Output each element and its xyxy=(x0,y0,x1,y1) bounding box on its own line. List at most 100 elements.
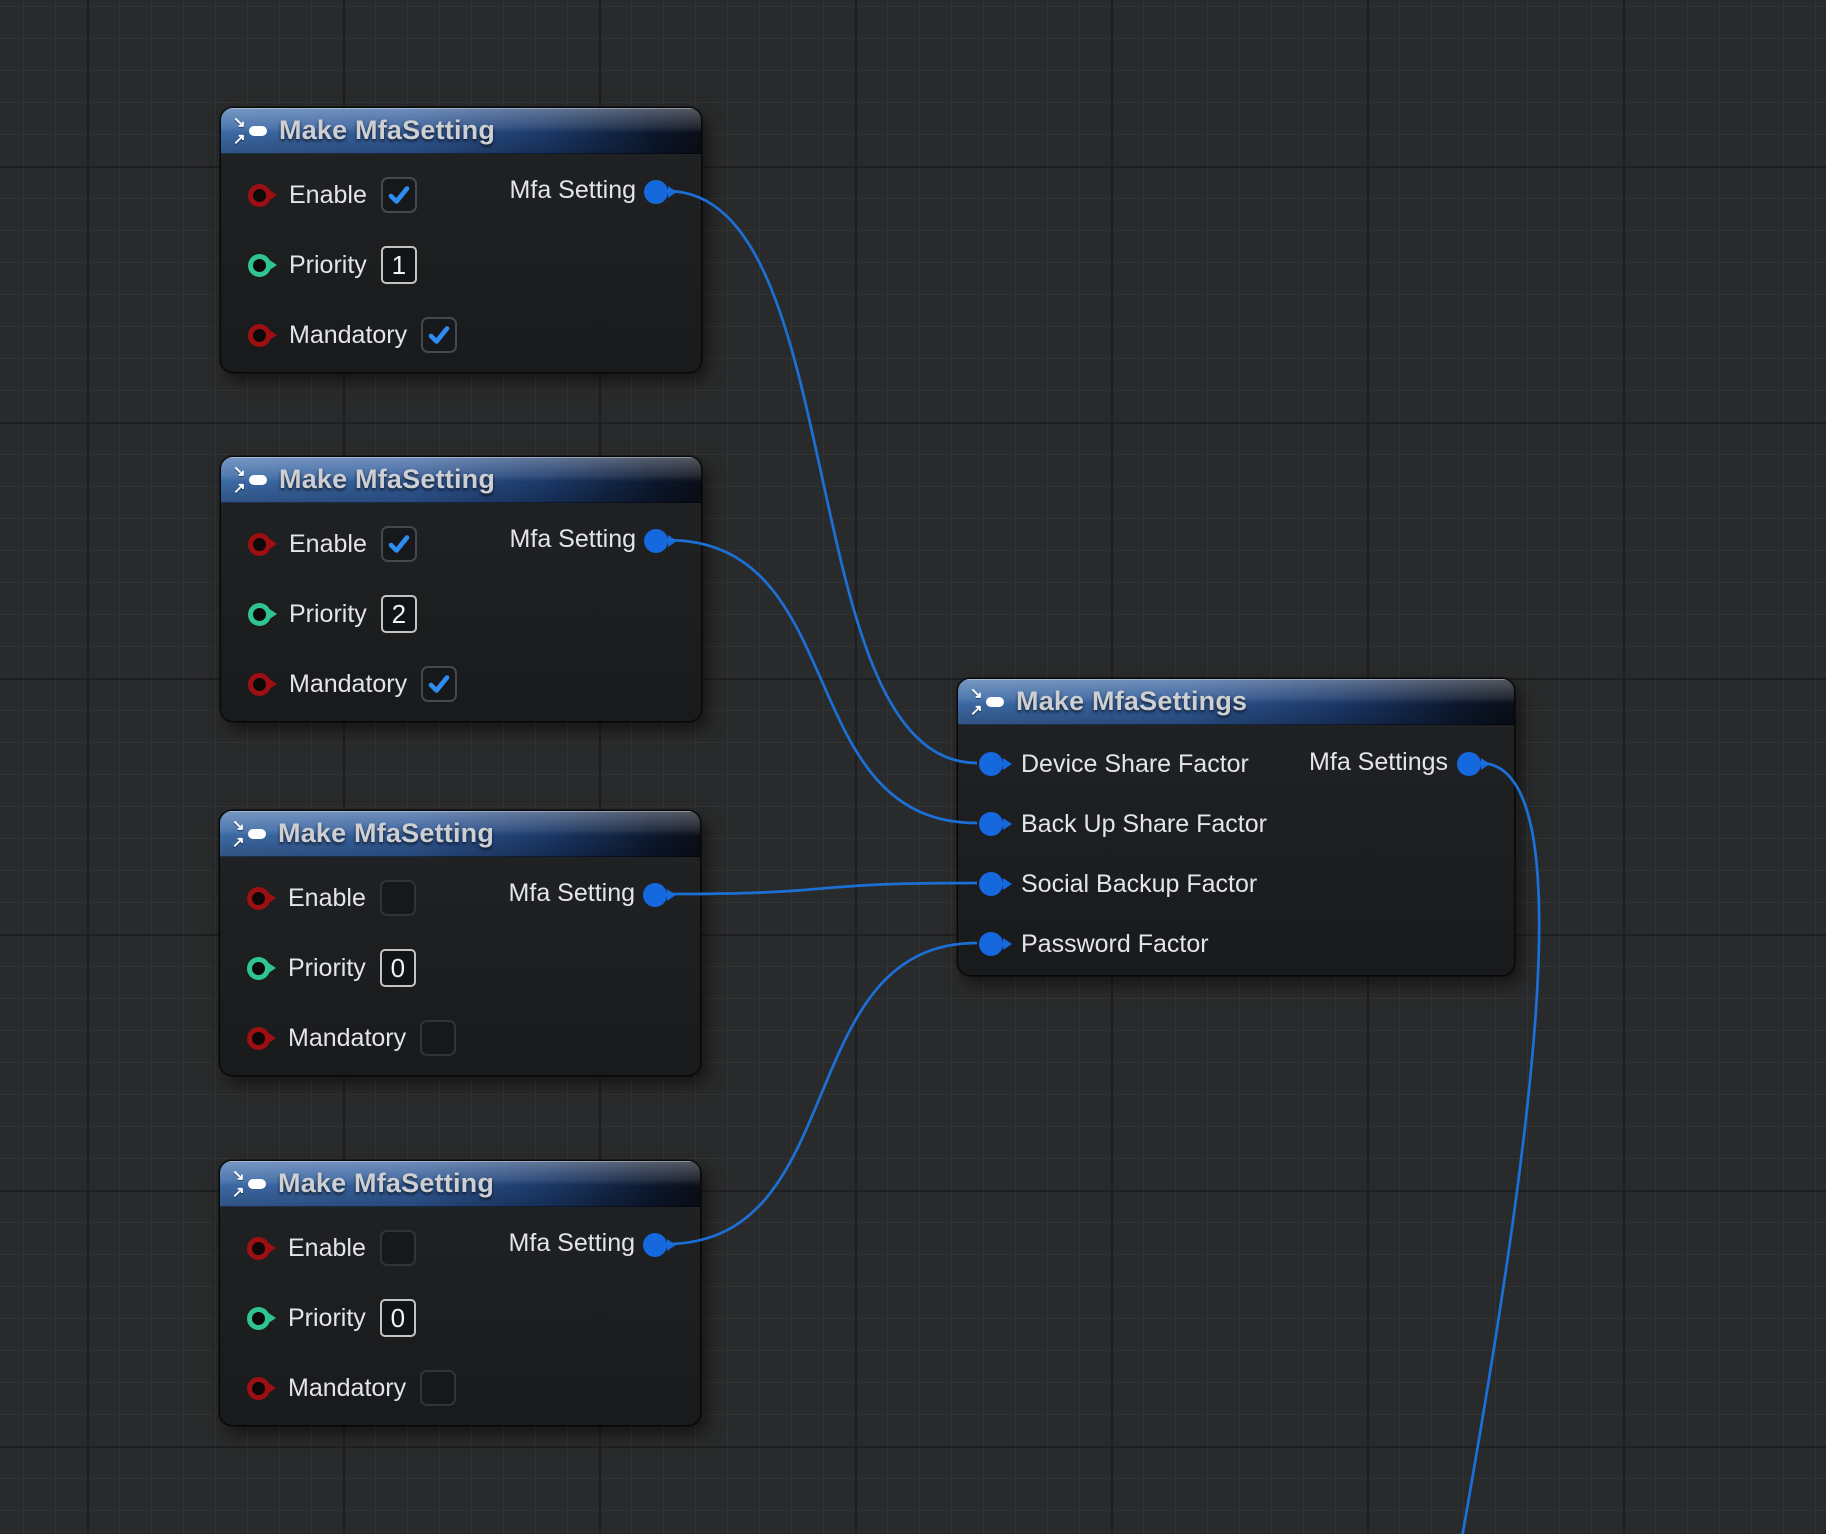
input-pin-password-factor[interactable] xyxy=(979,932,1003,956)
pin-label: Priority xyxy=(288,954,366,983)
arrow-up-right-icon: ↗ xyxy=(233,132,246,147)
number-input-priority[interactable]: 2 xyxy=(381,595,417,633)
input-pin-mandatory[interactable] xyxy=(247,1377,270,1400)
node-make-mfasetting-1[interactable]: ↘↗ Make MfaSetting Enable Priority 1 Mandato… xyxy=(220,107,702,373)
check-icon xyxy=(427,323,451,347)
pin-label: Mandatory xyxy=(289,670,407,699)
input-row-mandatory: Mandatory xyxy=(248,664,457,704)
make-struct-icon: ↘↗ xyxy=(233,115,269,147)
input-row-enable: Enable xyxy=(248,524,417,564)
check-icon xyxy=(387,532,411,556)
check-icon xyxy=(427,672,451,696)
make-struct-icon: ↘↗ xyxy=(232,818,268,850)
node-title: Make MfaSetting xyxy=(278,818,494,849)
node-header[interactable]: ↘ ↗ Make MfaSettings xyxy=(958,679,1514,725)
input-pin-enable[interactable] xyxy=(247,1237,270,1260)
checkbox-enable[interactable] xyxy=(380,1230,416,1266)
check-icon xyxy=(387,183,411,207)
node-header[interactable]: ↘↗Make MfaSetting xyxy=(221,457,701,503)
input-row-social-backup-factor: Social Backup Factor xyxy=(979,864,1257,904)
pin-label: Mfa Setting xyxy=(509,879,635,908)
node-header[interactable]: ↘↗ Make MfaSetting xyxy=(220,1161,700,1207)
arrow-up-right-icon: ↗ xyxy=(970,703,983,718)
arrow-up-right-icon: ↗ xyxy=(232,1185,245,1200)
input-row-mandatory: Mandatory xyxy=(248,315,457,355)
node-title: Make MfaSetting xyxy=(279,464,495,495)
input-row-password-factor: Password Factor xyxy=(979,924,1209,964)
arrow-down-right-icon: ↘ xyxy=(233,464,246,479)
checkbox-mandatory[interactable] xyxy=(421,317,457,353)
arrow-up-right-icon: ↗ xyxy=(232,835,245,850)
arrow-up-right-icon: ↗ xyxy=(233,481,246,496)
pin-label: Mandatory xyxy=(288,1024,406,1053)
pin-label: Social Backup Factor xyxy=(1021,870,1257,899)
struct-pill-icon xyxy=(249,126,267,136)
output-pin-mfa-setting[interactable] xyxy=(643,1233,667,1257)
node-header[interactable]: ↘↗ Make MfaSetting xyxy=(221,108,701,154)
input-pin-mandatory[interactable] xyxy=(247,1027,270,1050)
input-row-enable: Enable xyxy=(247,1228,416,1268)
checkbox-mandatory[interactable] xyxy=(420,1020,456,1056)
node-title: Make MfaSettings xyxy=(1016,686,1247,717)
checkbox-enable[interactable] xyxy=(381,177,417,213)
pin-label: Mandatory xyxy=(289,321,407,350)
node-header[interactable]: ↘↗Make MfaSetting xyxy=(220,811,700,857)
node-title: Make MfaSetting xyxy=(279,115,495,146)
checkbox-mandatory[interactable] xyxy=(421,666,457,702)
struct-pill-icon xyxy=(986,697,1004,707)
make-struct-icon: ↘↗ xyxy=(233,464,269,496)
struct-pill-icon xyxy=(249,475,267,485)
input-pin-priority[interactable] xyxy=(248,603,271,626)
node-title: Make MfaSetting xyxy=(278,1168,494,1199)
make-struct-icon: ↘↗ xyxy=(232,1168,268,1200)
input-row-priority: Priority 0 xyxy=(247,948,416,988)
input-pin-back-up-share-factor[interactable] xyxy=(979,812,1003,836)
input-pin-priority[interactable] xyxy=(247,1307,270,1330)
node-make-mfasettings-5[interactable]: ↘ ↗ Make MfaSettings Device Share Factor Bac… xyxy=(957,678,1515,976)
input-row-mandatory: Mandatory xyxy=(247,1018,456,1058)
node-make-mfasetting-3[interactable]: ↘↗Make MfaSettingEnablePriority0Mandator… xyxy=(219,810,701,1076)
pin-label: Enable xyxy=(288,1234,366,1263)
input-row-enable: Enable xyxy=(248,175,417,215)
input-pin-social-backup-factor[interactable] xyxy=(979,872,1003,896)
input-pin-enable[interactable] xyxy=(247,887,270,910)
number-input-priority[interactable]: 1 xyxy=(381,246,417,284)
node-make-mfasetting-4[interactable]: ↘↗ Make MfaSetting Enable Priority 0 Mandator… xyxy=(219,1160,701,1426)
input-pin-device-share-factor[interactable] xyxy=(979,752,1003,776)
struct-pill-icon xyxy=(248,1179,266,1189)
pin-label: Priority xyxy=(288,1304,366,1333)
checkbox-mandatory[interactable] xyxy=(420,1370,456,1406)
pin-label: Password Factor xyxy=(1021,930,1209,959)
pin-label: Mfa Setting xyxy=(510,525,636,554)
input-pin-enable[interactable] xyxy=(248,533,271,556)
pin-label: Priority xyxy=(289,251,367,280)
node-make-mfasetting-2[interactable]: ↘↗Make MfaSettingEnable Priority2Mandato… xyxy=(220,456,702,722)
number-input-priority[interactable]: 0 xyxy=(380,949,416,987)
input-pin-mandatory[interactable] xyxy=(248,324,271,347)
checkbox-enable[interactable] xyxy=(380,880,416,916)
input-pin-priority[interactable] xyxy=(247,957,270,980)
pin-label: Device Share Factor xyxy=(1021,750,1249,779)
checkbox-enable[interactable] xyxy=(381,526,417,562)
arrow-down-right-icon: ↘ xyxy=(970,686,983,701)
input-pin-mandatory[interactable] xyxy=(248,673,271,696)
input-row-device-share-factor: Device Share Factor xyxy=(979,744,1249,784)
output-pin-mfa-settings[interactable] xyxy=(1457,752,1481,776)
input-row-priority: Priority 2 xyxy=(248,594,417,634)
input-row-mandatory: Mandatory xyxy=(247,1368,456,1408)
output-pin-mfa-setting[interactable] xyxy=(643,883,667,907)
pin-label: Enable xyxy=(288,884,366,913)
output-pin-mfa-setting[interactable] xyxy=(644,529,668,553)
input-pin-priority[interactable] xyxy=(248,254,271,277)
pin-label: Enable xyxy=(289,181,367,210)
output-pin-mfa-setting[interactable] xyxy=(644,180,668,204)
input-pin-enable[interactable] xyxy=(248,184,271,207)
pin-label: Priority xyxy=(289,600,367,629)
input-row-priority: Priority 1 xyxy=(248,245,417,285)
arrow-down-right-icon: ↘ xyxy=(232,818,245,833)
pin-label: Back Up Share Factor xyxy=(1021,810,1267,839)
pin-label: Enable xyxy=(289,530,367,559)
graph-canvas[interactable]: ↘↗Make MfaSettingEnable Priority1Mandato… xyxy=(0,0,1826,1534)
pin-label: Mfa Setting xyxy=(509,1229,635,1258)
number-input-priority[interactable]: 0 xyxy=(380,1299,416,1337)
